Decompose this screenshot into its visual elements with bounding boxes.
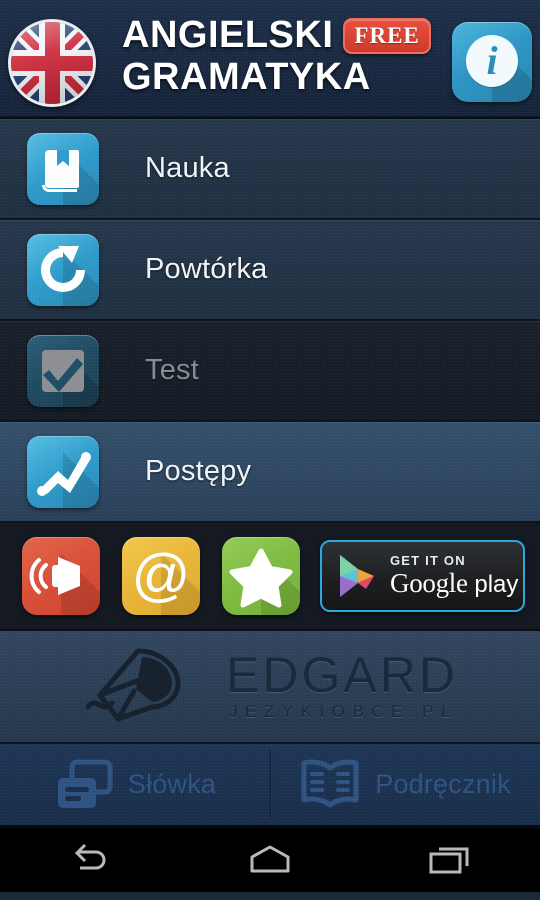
edgard-mouse-icon [85,648,181,722]
app-screen: ANGIELSKI FREE GRAMATYKA i Nauka Powtórk… [0,0,540,900]
email-button[interactable]: @ [122,537,200,615]
menu-item-label: Test [145,354,199,386]
checkbox-icon [27,334,99,407]
title-line-1: ANGIELSKI [122,14,334,56]
recents-button[interactable] [400,828,500,892]
menu-item-label: Nauka [145,152,230,184]
back-icon [74,843,106,870]
rate-button[interactable] [222,537,300,615]
back-button[interactable] [40,828,140,892]
home-button[interactable] [220,828,320,892]
sound-button[interactable] [22,537,100,615]
menu-item-label: Powtórka [145,253,268,285]
home-icon [250,845,290,873]
tab-slowka[interactable]: Słówka [0,744,270,825]
tab-label: Podręcznik [375,769,511,799]
google-play-get-it-on: GET IT ON [390,552,466,568]
bottom-tab-bar: Słówka Podręcznik [0,744,540,828]
app-header: ANGIELSKI FREE GRAMATYKA i [0,0,540,119]
android-navigation-bar [0,828,540,892]
google-play-store-name: Google [390,567,468,598]
action-bar: @ GET IT ON Google play [0,523,540,631]
menu-item-powtorka[interactable]: Powtórka [0,220,540,321]
brand-banner[interactable]: EDGARD JEZYKIOBCE.PL [0,631,540,744]
cards-icon [57,759,113,808]
main-menu: Nauka Powtórka Test Postępy [0,119,540,523]
brand-subtitle: JEZYKIOBCE.PL [229,701,458,721]
menu-item-label: Postępy [145,455,252,487]
tab-divider [269,750,271,819]
info-button-label: i [486,38,498,83]
refresh-icon [27,233,99,306]
info-button[interactable]: i [452,22,532,102]
brand-name: EDGARD [226,646,458,703]
free-badge: FREE [343,18,431,54]
tab-podrecznik[interactable]: Podręcznik [270,744,540,825]
chart-line-icon [27,435,99,508]
book-icon [27,132,99,205]
menu-item-postepy[interactable]: Postępy [0,422,540,523]
google-play-badge[interactable]: GET IT ON Google play [320,540,525,612]
recents-icon [429,847,469,874]
menu-item-nauka[interactable]: Nauka [0,119,540,220]
tab-label: Słówka [127,769,217,799]
menu-item-test: Test [0,321,540,422]
svg-text:@: @ [132,543,191,608]
uk-flag-icon [8,19,96,107]
google-play-store-name-2: play [474,570,519,598]
app-title: ANGIELSKI FREE GRAMATYKA [122,14,452,98]
header-divider [0,116,540,119]
google-play-icon [340,555,374,597]
info-icon: i [466,35,518,87]
open-book-icon [301,759,359,807]
title-line-2: GRAMATYKA [122,56,371,98]
